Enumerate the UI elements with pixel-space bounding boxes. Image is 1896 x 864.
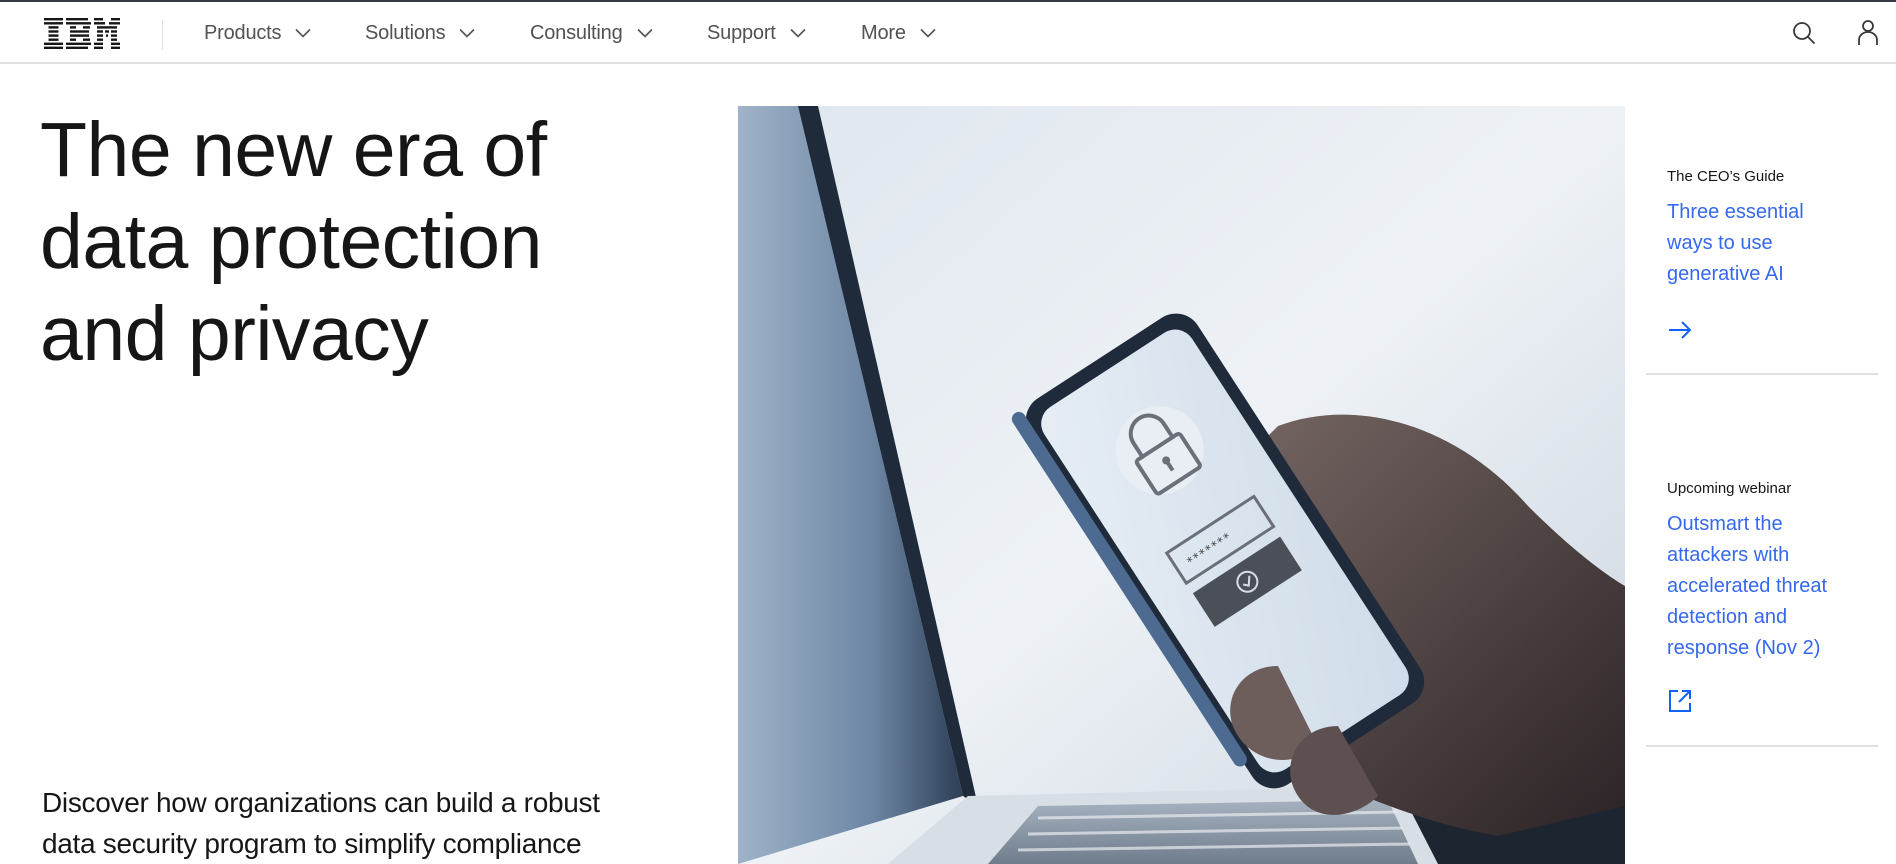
headline-line: The new era of	[40, 107, 547, 193]
nav-item-label: Products	[204, 21, 282, 44]
card-link-line: detection and	[1667, 606, 1788, 628]
chevron-down-icon	[790, 28, 806, 38]
user-icon	[1858, 20, 1878, 45]
arrow-right-icon	[1669, 321, 1692, 339]
card-link-line: accelerated threat	[1667, 575, 1828, 597]
chevron-down-icon	[459, 28, 476, 38]
nav-item-more[interactable]: More	[861, 2, 936, 64]
hero-description: Discover how organizations can build a r…	[42, 782, 682, 864]
profile-button[interactable]	[1846, 11, 1890, 55]
description-line: data security program to simplify compli…	[42, 828, 582, 859]
nav-item-support[interactable]: Support	[707, 2, 806, 64]
nav-item-solutions[interactable]: Solutions	[365, 2, 476, 64]
masthead: Products Solutions Consulting Support Mo…	[0, 2, 1896, 64]
nav-item-label: More	[861, 21, 906, 44]
launch-button[interactable]	[1667, 688, 1693, 714]
card-link-generative-ai[interactable]: Three essential ways to use generative A…	[1667, 197, 1867, 290]
phone-security-photo: *******	[738, 106, 1625, 864]
card-link-line: attackers with	[1667, 544, 1790, 566]
ibm-logo-icon	[44, 18, 120, 49]
card-link-line: Three essential	[1667, 201, 1804, 223]
card-link-line: response (Nov 2)	[1667, 637, 1821, 659]
card-divider	[1646, 745, 1878, 747]
description-line: Discover how organizations can build a r…	[42, 787, 600, 818]
nav-item-label: Solutions	[365, 21, 446, 44]
arrow-right-button[interactable]	[1667, 317, 1693, 343]
card-eyebrow: Upcoming webinar	[1667, 480, 1792, 497]
card-divider	[1646, 373, 1878, 375]
nav-item-label: Support	[707, 21, 776, 44]
promo-card-webinar: Upcoming webinar Outsmart the attackers …	[1646, 376, 1878, 748]
nav-item-label: Consulting	[530, 21, 623, 44]
ibm-logo[interactable]	[44, 18, 120, 49]
promo-card-ceo-guide: The CEO’s Guide Three essential ways to …	[1646, 106, 1878, 376]
chevron-down-icon	[295, 28, 311, 38]
hero-image: *******	[738, 106, 1625, 864]
launch-icon	[1669, 690, 1691, 712]
search-button[interactable]	[1782, 11, 1826, 55]
card-link-webinar[interactable]: Outsmart the attackers with accelerated …	[1667, 509, 1867, 664]
logo-divider	[162, 20, 163, 50]
search-icon	[1793, 22, 1816, 45]
nav-item-products[interactable]: Products	[204, 2, 311, 64]
card-eyebrow: The CEO’s Guide	[1667, 168, 1785, 185]
card-link-line: generative AI	[1667, 263, 1784, 285]
nav-item-consulting[interactable]: Consulting	[530, 2, 653, 64]
card-link-line: Outsmart the	[1667, 513, 1783, 535]
card-link-line: ways to use	[1667, 232, 1773, 254]
headline-line: data protection	[40, 199, 542, 285]
headline-line: and privacy	[40, 291, 429, 377]
chevron-down-icon	[636, 28, 653, 38]
page-headline: The new era of data protection and priva…	[40, 104, 700, 380]
chevron-down-icon	[920, 28, 936, 38]
